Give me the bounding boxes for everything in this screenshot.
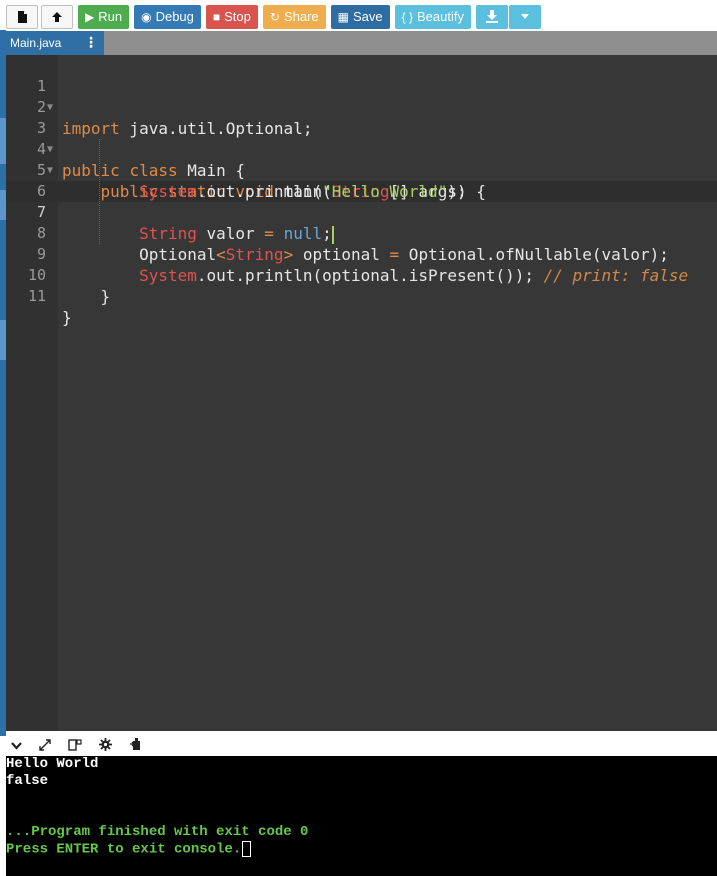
code-line: 11 } [6,265,717,327]
save-button[interactable]: ▦ Save [330,4,390,29]
exit-prompt-text: Press ENTER to exit console. [6,841,242,858]
tab-label: Main.java [10,36,62,50]
debug-label: Debug [155,9,194,24]
output-console[interactable]: Hello World false ...Program finished wi… [6,756,717,876]
file-icon [18,10,27,23]
console-output-line: Hello World [6,756,99,772]
exit-code-message: ...Program finished with exit code 0 [6,824,309,840]
console-output-line: false [6,773,49,789]
code-line: 5 System.out.println("Hello World"); [6,139,717,201]
run-button[interactable]: ▶ Run [78,4,130,29]
share-icon: ↻ [269,9,280,24]
upload-icon [52,11,62,22]
debug-icon: ◉ [141,9,152,24]
stop-button[interactable]: ■ Stop [205,4,258,29]
download-icon [485,10,498,23]
console-cursor [242,841,252,857]
chevron-down-icon[interactable] [11,739,22,753]
code-line-active: 7 String valor = null; [6,181,717,244]
run-label: Run [98,9,123,24]
copy-icon[interactable] [68,738,82,754]
debug-button[interactable]: ◉ Debug [134,4,201,29]
kebab-menu-icon[interactable]: ⋮ [84,34,98,51]
expand-icon[interactable] [39,738,51,754]
save-icon: ▦ [337,9,349,24]
main-toolbar: ▶ Run ◉ Debug ■ Stop ↻ Share ▦ Save { } … [6,3,717,30]
code-line: 1 ▼ import java.util.Optional; [6,55,717,138]
stop-icon: ■ [212,9,221,24]
settings-icon[interactable] [99,738,112,754]
share-label: Share [283,9,319,24]
download-button[interactable] [475,4,508,29]
share-button[interactable]: ↻ Share [262,4,326,29]
code-text: } [62,287,111,306]
code-line: 2 [6,76,717,116]
code-line: 10 } [6,244,717,306]
code-line: 9 System.out.println(optional.isPresent(… [6,223,717,285]
input-icon[interactable] [129,738,142,754]
braces-icon: { } [401,9,413,24]
console-toolbar [6,736,717,756]
new-file-button[interactable] [6,4,38,29]
beautify-label: Beautify [417,9,464,24]
code-text: } [62,308,72,327]
stop-label: Stop [224,9,251,24]
save-label: Save [353,9,383,24]
download-options-dropdown[interactable] [508,4,541,29]
code-line: 8 Optional<String> optional = Optional.o… [6,202,717,264]
file-tab-bar: Main.java ⋮ [6,31,717,55]
line-number: 11 [27,287,46,305]
upload-button[interactable] [41,4,73,29]
exit-prompt-line: Press ENTER to exit console. [6,841,717,859]
code-line: 6 [6,160,717,200]
caret-down-icon [520,14,529,19]
code-line: 4 ▼ public static void main(String[] arg… [6,118,717,201]
play-icon: ▶ [85,9,95,24]
tab-main-java[interactable]: Main.java ⋮ [6,31,104,55]
code-editor[interactable]: 1 ▼ import java.util.Optional; 2 3 ▼ pub… [6,55,717,731]
beautify-button[interactable]: { } Beautify [394,4,471,29]
code-line: 3 ▼ public class Main { [6,97,717,180]
